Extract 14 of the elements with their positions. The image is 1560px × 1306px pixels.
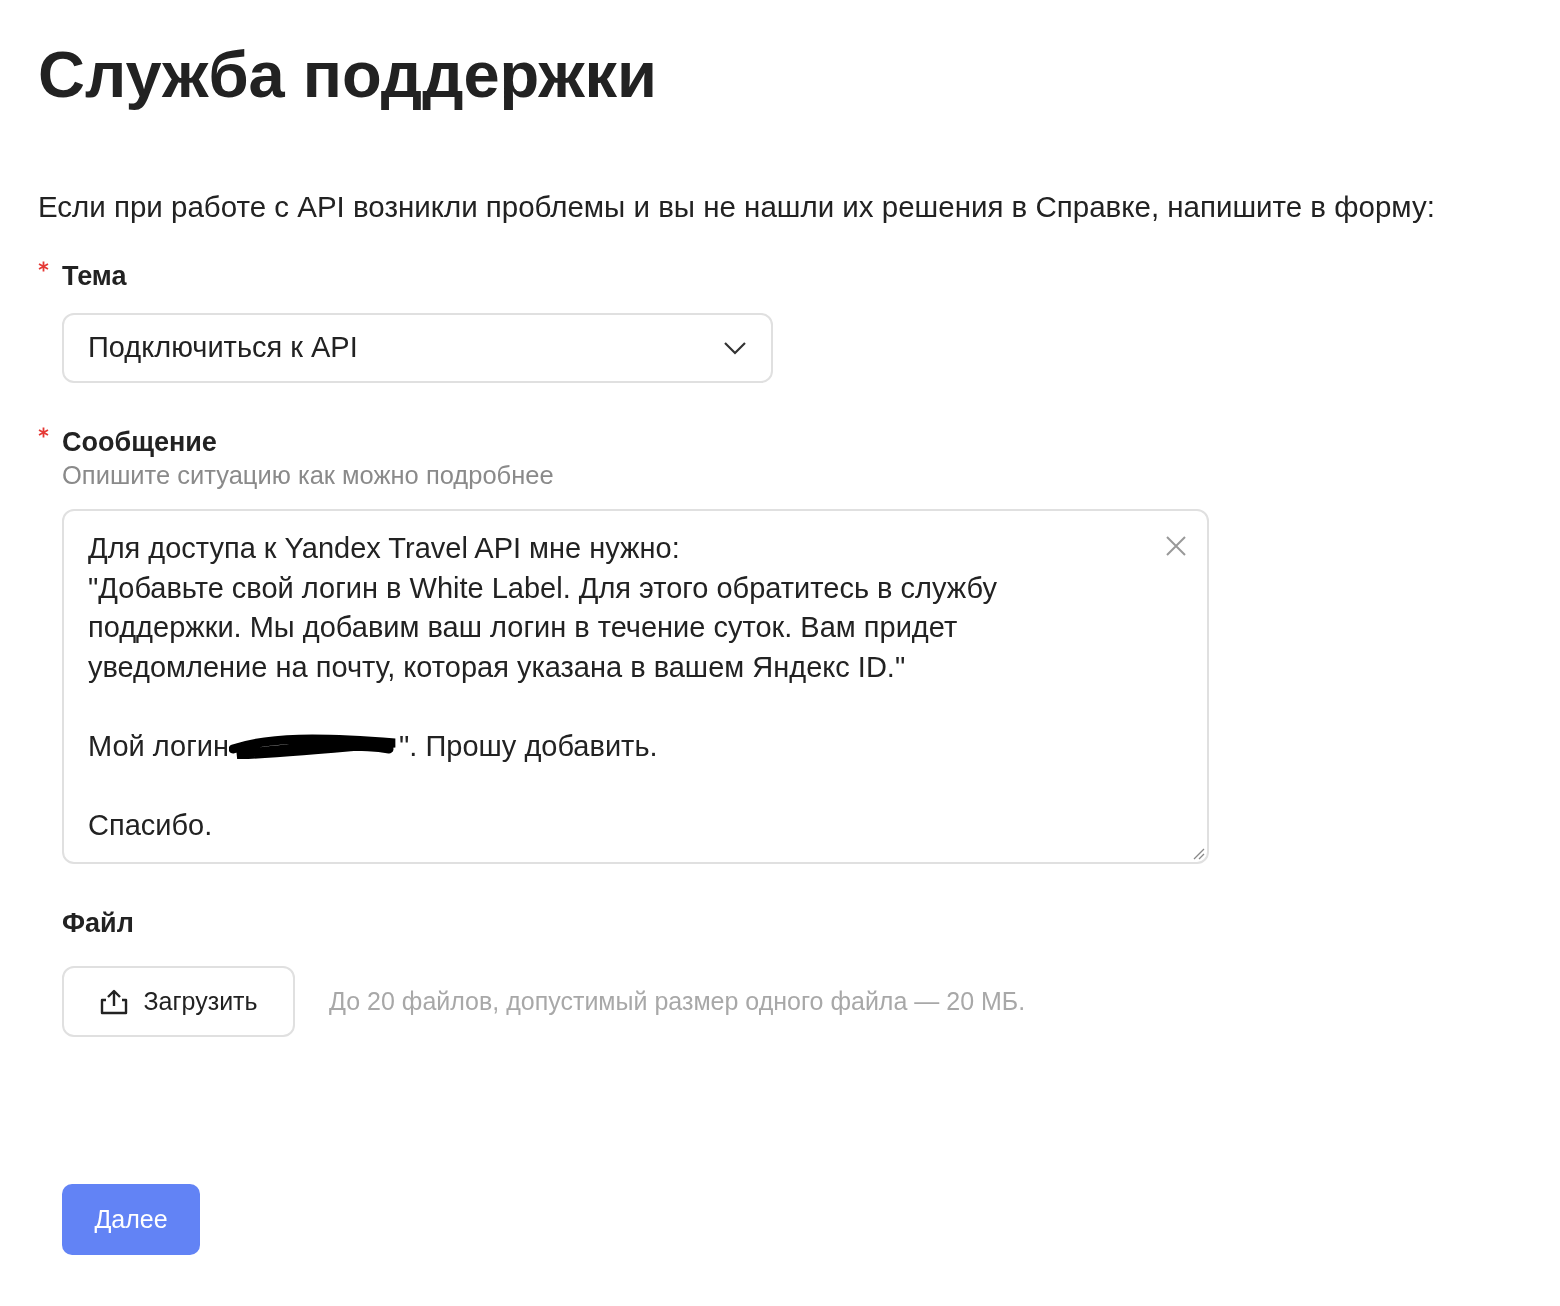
intro-text: Если при работе с API возникли проблемы и вы не нашли их решения в Справке, напишите в форму:: [38, 190, 1436, 224]
upload-button[interactable]: Загрузить: [62, 966, 295, 1037]
topic-select[interactable]: Подключиться к API: [62, 313, 773, 383]
field-label: Файл: [62, 906, 134, 940]
chevron-down-icon: [723, 341, 747, 355]
field-label: Сообщение: [62, 425, 217, 459]
page-title: Служба поддержки: [38, 38, 658, 112]
close-icon[interactable]: [1165, 535, 1187, 557]
upload-note: До 20 файлов, допустимый размер одного файла — 20 МБ.: [329, 985, 1026, 1017]
field-label: Тема: [62, 259, 127, 293]
field-hint: Опишите ситуацию как можно подробнее: [62, 460, 555, 491]
resize-handle-icon[interactable]: [1191, 846, 1205, 860]
message-field[interactable]: Для доступа к Yandex Travel API мне нужно: "Добавьте свой логин в White Label. Для этого обратитесь в службу поддержки. Мы добавим ваш логин в течение суток. Вам придет уведомление на почту, которая указана в вашем Яндекс ID." Мой логин ". Прошу добавить. Спасибо.: [62, 509, 1209, 864]
upload-icon: [99, 987, 130, 1016]
